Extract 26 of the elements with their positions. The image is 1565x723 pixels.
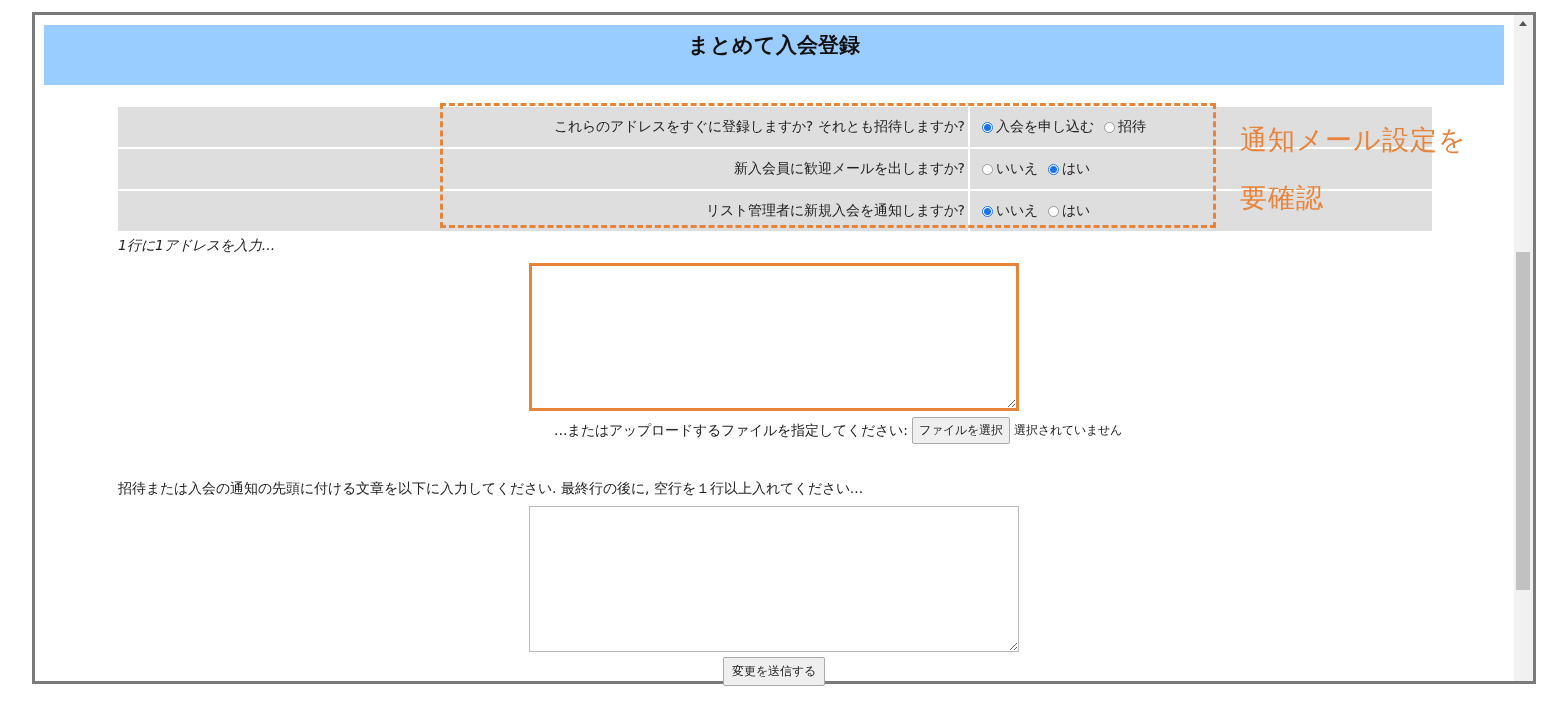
message-field[interactable] [529, 506, 1019, 652]
radio-button[interactable] [1048, 205, 1059, 217]
radio-option[interactable]: はい [1048, 160, 1090, 178]
setting-question: これらのアドレスをすぐに登録しますか? それとも招待しますか? [118, 107, 970, 147]
radio-button[interactable] [1048, 163, 1059, 175]
submit-button[interactable]: 変更を送信する [723, 657, 825, 686]
page-title: まとめて入会登録 [688, 32, 860, 59]
address-label: 1行に1アドレスを入力... [118, 237, 277, 255]
radio-button[interactable] [982, 121, 993, 133]
radio-option[interactable]: いいえ [982, 160, 1038, 178]
setting-question: リスト管理者に新規入会を通知しますか? [118, 191, 970, 231]
choose-file-button[interactable]: ファイルを選択 [912, 417, 1011, 444]
radio-option[interactable]: 入会を申し込む [982, 118, 1094, 136]
upload-label: ...またはアップロードするファイルを指定してください: [554, 421, 909, 440]
callout-note: 通知メール設定を要確認 [1240, 123, 1468, 215]
scrollbar[interactable] [1514, 15, 1533, 681]
radio-option[interactable]: 招待 [1104, 118, 1146, 136]
radio-button[interactable] [982, 163, 993, 175]
radio-button[interactable] [1104, 121, 1115, 133]
radio-option[interactable]: はい [1048, 202, 1090, 220]
address-field[interactable] [529, 263, 1019, 411]
radio-option[interactable]: いいえ [982, 202, 1038, 220]
radio-button[interactable] [982, 205, 993, 217]
setting-question: 新入会員に歓迎メールを出しますか? [118, 149, 970, 189]
file-status: 選択されていません [1014, 422, 1123, 439]
message-label: 招待または入会の通知の先頭に付ける文章を以下に入力してください. 最終行の後に, 空行を１行以上入れてください... [118, 480, 865, 498]
